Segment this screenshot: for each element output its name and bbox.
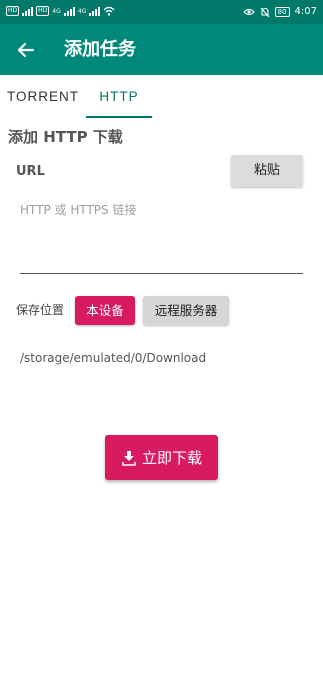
status-bar: HD HD 4G 4G 80 4:07 [0, 0, 323, 24]
paste-button[interactable]: 粘贴 [231, 155, 303, 187]
url-input[interactable]: HTTP 或 HTTPS 链接 [20, 202, 136, 218]
arrow-back-icon [17, 42, 35, 58]
page-title: 添加任务 [64, 39, 136, 60]
download-now-label: 立即下载 [141, 448, 202, 467]
bell-off-icon [260, 7, 270, 17]
clock: 4:07 [294, 6, 317, 17]
hd-badge: HD [6, 6, 20, 16]
back-button[interactable] [12, 36, 40, 64]
hd-badge-2: HD [36, 6, 50, 16]
download-now-button[interactable]: 立即下载 [105, 435, 218, 480]
url-label: URL [16, 164, 45, 179]
battery-indicator: 80 [274, 7, 290, 17]
tab-http[interactable]: HTTP [86, 75, 152, 118]
signal-icon [22, 6, 34, 16]
app-bar: 添加任务 [0, 24, 323, 75]
remote-server-button[interactable]: 远程服务器 [143, 296, 229, 325]
tab-indicator [86, 116, 152, 118]
local-device-button[interactable]: 本设备 [75, 296, 135, 325]
status-right-indicators: 80 4:07 [242, 5, 317, 19]
wifi-icon [103, 6, 115, 16]
signal-icon-2 [63, 6, 75, 16]
tab-bar: TORRENT HTTP [0, 75, 323, 118]
network-type: 4G [52, 7, 61, 15]
url-input-underline [20, 273, 303, 274]
save-location-label: 保存位置 [16, 303, 65, 317]
status-left-indicators: HD HD 4G 4G [6, 6, 115, 16]
section-title: 添加 HTTP 下载 [8, 128, 123, 146]
network-type-2: 4G [77, 7, 87, 15]
signal-icon-3 [89, 6, 101, 16]
tab-torrent[interactable]: TORRENT [0, 75, 86, 118]
download-path[interactable]: /storage/emulated/0/Download [20, 350, 206, 366]
eye-icon [242, 8, 255, 16]
download-icon [122, 450, 136, 466]
